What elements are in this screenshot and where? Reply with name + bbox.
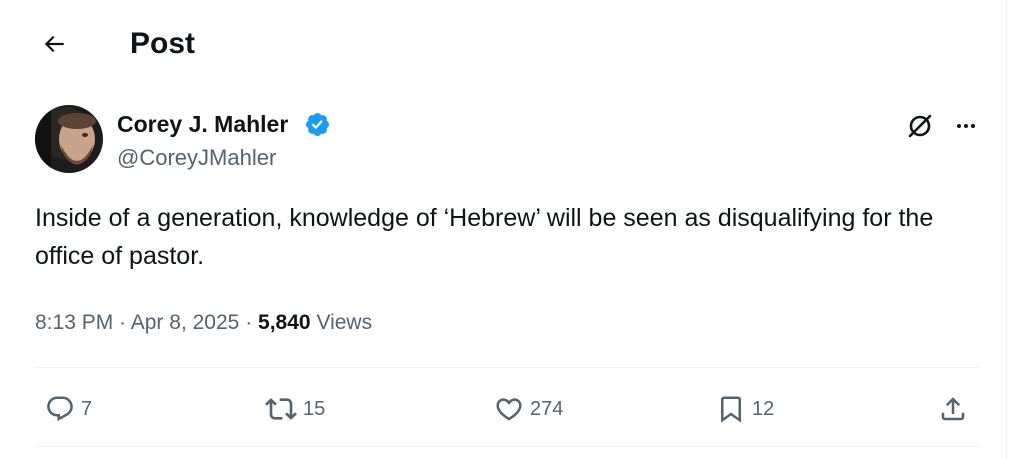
repost-button[interactable]: 15 [265, 392, 325, 426]
bookmark-count: 12 [752, 397, 775, 420]
avatar[interactable] [35, 105, 103, 173]
grok-icon [908, 114, 932, 138]
reply-icon [47, 396, 73, 422]
reply-count: 7 [81, 397, 93, 420]
like-count: 274 [530, 397, 564, 420]
like-button[interactable]: 274 [494, 392, 563, 426]
grok-button[interactable] [902, 108, 938, 144]
meta-separator: · [119, 311, 127, 334]
back-arrow-icon [44, 35, 64, 53]
verified-badge-icon [305, 112, 330, 137]
verified-badge [304, 111, 331, 138]
share-button[interactable] [938, 392, 968, 426]
reply-button[interactable]: 7 [45, 392, 92, 426]
bookmark-button[interactable]: 12 [716, 392, 774, 426]
more-button[interactable] [948, 108, 984, 144]
views-count: 5,840 [258, 311, 311, 334]
share-icon [941, 397, 965, 421]
divider [35, 446, 980, 447]
meta-separator: · [245, 311, 253, 334]
page-title: Post [130, 27, 196, 60]
like-icon [496, 398, 522, 421]
post-page: Post Corey J. Mahler @CoreyJMahler Insid… [0, 0, 1007, 459]
back-button[interactable] [36, 26, 72, 62]
page-header: Post [0, 0, 1006, 88]
views-label: Views [316, 311, 373, 334]
repost-icon [265, 398, 297, 420]
tweet-date[interactable]: Apr 8, 2025 [131, 311, 240, 334]
tweet-meta: 8:13 PM · Apr 8, 2025 · 5,840 Views [35, 309, 372, 337]
more-icon [957, 124, 975, 128]
bookmark-icon [721, 396, 741, 423]
author-handle[interactable]: @CoreyJMahler [117, 144, 276, 172]
author-name[interactable]: Corey J. Mahler [117, 110, 288, 138]
avatar-image [35, 105, 103, 173]
repost-count: 15 [303, 397, 326, 420]
tweet-text: Inside of a generation, knowledge of ‘He… [35, 204, 934, 270]
tweet-time[interactable]: 8:13 PM [35, 311, 113, 334]
divider [35, 367, 980, 368]
